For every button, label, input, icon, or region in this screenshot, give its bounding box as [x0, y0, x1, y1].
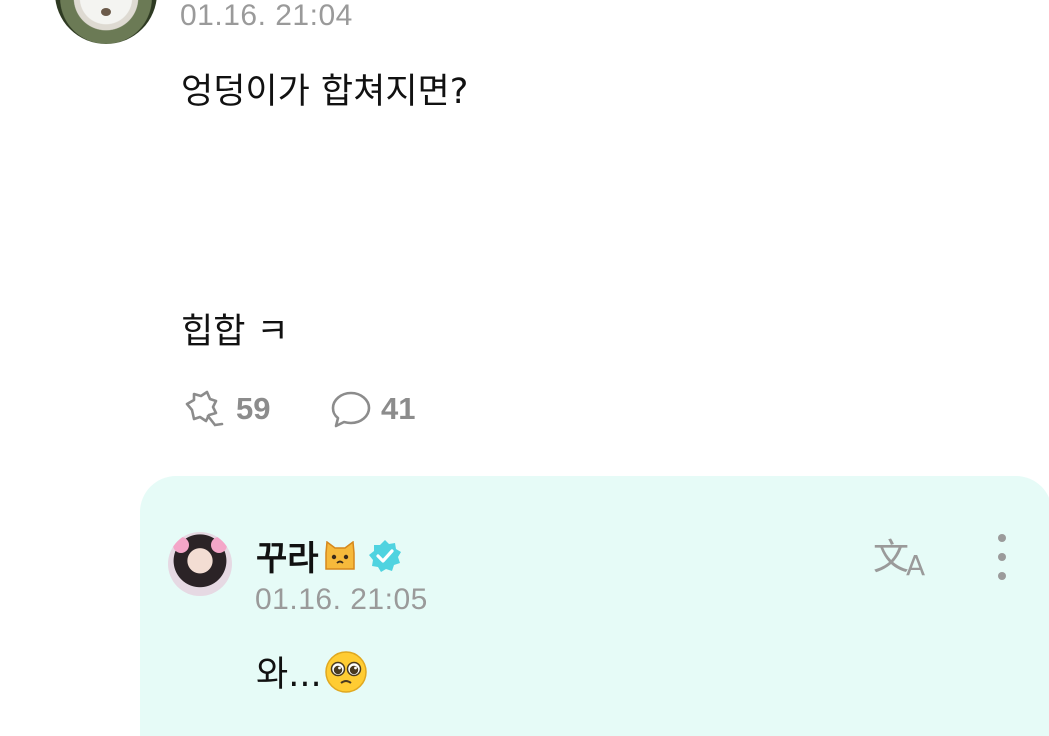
reply-text-content: 와... — [256, 655, 322, 695]
repost-count: 59 — [236, 391, 271, 426]
avatar-ear-left — [173, 537, 189, 553]
author-avatar[interactable] — [55, 0, 157, 44]
reply-author-name: 꾸라 — [256, 539, 319, 579]
post-timestamp: 01.16. 21:04 — [180, 0, 353, 32]
pleading-face-emoji-icon — [324, 650, 367, 693]
avatar-detail — [101, 8, 111, 16]
repost-button[interactable]: 59 — [182, 390, 270, 428]
post-text-line-2: 힙합 ㅋ — [181, 312, 289, 352]
avatar-ear-right — [211, 537, 227, 553]
translate-icon[interactable]: 文A — [873, 528, 925, 582]
more-dot — [998, 572, 1006, 580]
more-options-button[interactable] — [988, 534, 1016, 580]
repost-icon — [185, 390, 224, 427]
verified-badge-icon — [368, 539, 401, 572]
more-dot — [998, 534, 1006, 542]
reply-avatar[interactable] — [168, 532, 232, 596]
reply-author[interactable]: 꾸라 — [256, 531, 403, 580]
cat-emoji-icon — [324, 540, 355, 570]
reply-text: 와... — [256, 646, 368, 697]
more-dot — [998, 553, 1006, 561]
reply-timestamp: 01.16. 21:05 — [255, 583, 428, 616]
post-text-line-1: 엉덩이가 합쳐지면? — [181, 72, 469, 112]
comment-count: 41 — [381, 391, 416, 426]
comment-button[interactable]: 41 — [329, 390, 415, 428]
comment-icon — [331, 391, 371, 428]
